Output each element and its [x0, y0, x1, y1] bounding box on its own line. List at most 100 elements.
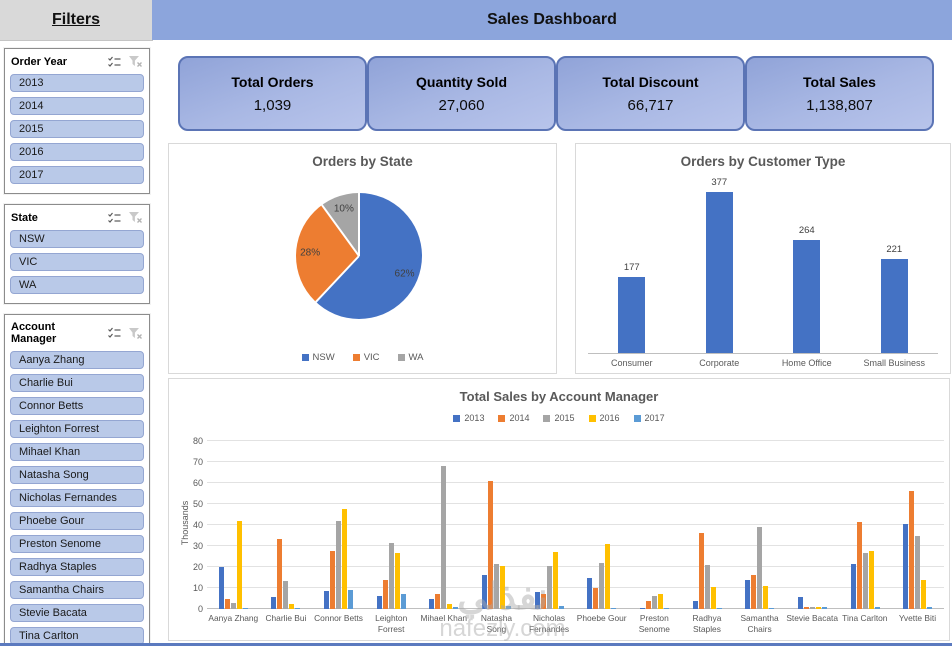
bar-2016 [289, 603, 295, 609]
bar-2014 [488, 480, 494, 609]
slicer-item-nsw[interactable]: NSW [10, 230, 144, 248]
bar-2017 [295, 607, 301, 609]
clear-filter-icon[interactable] [128, 211, 143, 224]
bar-2014 [909, 491, 915, 609]
slicer-item-radhya-staples[interactable]: Radhya Staples [10, 558, 144, 576]
slicer-title: State [11, 211, 38, 224]
bar-2015 [230, 602, 236, 609]
bar-2013 [271, 597, 277, 609]
bar-2014 [382, 579, 388, 609]
bar-data-label: 221 [886, 243, 903, 255]
bar-2017 [242, 607, 248, 609]
pie-orders-by-state: 62% 28% 10% [296, 193, 422, 319]
slicer-item-stevie-bacata[interactable]: Stevie Bacata [10, 604, 144, 622]
slicer-item-natasha-song[interactable]: Natasha Song [10, 466, 144, 484]
bar-2017 [663, 608, 669, 609]
bar-group-aanya-zhang [207, 441, 260, 609]
orders-by-customer-type-chart: Orders by Customer Type 177 377 264 221 Con… [575, 143, 951, 374]
bar-group-preston-senome [628, 441, 681, 609]
pie-slice-separator [358, 193, 360, 256]
slicer-header: State [10, 209, 144, 225]
slicer-item-connor-betts[interactable]: Connor Betts [10, 397, 144, 415]
slicer-item-2015[interactable]: 2015 [10, 120, 144, 138]
pie-legend: NSW VIC WA [169, 352, 556, 363]
bar-2015 [494, 563, 500, 609]
kpi-row: Total Orders 1,039 Quantity Sold 27,060 … [178, 56, 934, 131]
bar-group-mihael-khan [418, 441, 471, 609]
multi-select-icon[interactable] [107, 56, 122, 68]
bar-group-tina-carlton [839, 441, 892, 609]
chart-title: Total Sales by Account Manager [459, 389, 659, 404]
multi-select-icon[interactable] [107, 212, 122, 224]
bar-group-samantha-chairs [733, 441, 786, 609]
orders-by-state-chart: Orders by State 62% 28% 10% NSW VIC WA [168, 143, 557, 374]
bar-2013 [639, 607, 645, 609]
bar-2015 [546, 565, 552, 609]
slicer-item-wa[interactable]: WA [10, 276, 144, 294]
slicer-item-nicholas-fernandes[interactable]: Nicholas Fernandes [10, 489, 144, 507]
legend-item-wa: WA [397, 352, 423, 363]
slicer-item-2014[interactable]: 2014 [10, 97, 144, 115]
slicer-item-2013[interactable]: 2013 [10, 74, 144, 92]
bar-2015 [651, 595, 657, 609]
bar-2017 [453, 606, 459, 609]
x-axis-label: Home Office [781, 358, 832, 368]
slicer-item-mihael-khan[interactable]: Mihael Khan [10, 443, 144, 461]
slicer-item-vic[interactable]: VIC [10, 253, 144, 271]
x-axis-label: Leighton Forrest [375, 613, 408, 634]
legend-swatch [588, 414, 596, 422]
bar-column-home-office: 264 [763, 225, 851, 353]
bar-2015 [283, 580, 289, 609]
slicer-item-leighton-forrest[interactable]: Leighton Forrest [10, 420, 144, 438]
x-axis-label: Phoebe Gour [576, 613, 627, 623]
multi-select-icon[interactable] [107, 327, 122, 339]
slicer-item-2016[interactable]: 2016 [10, 143, 144, 161]
legend-item-2017: 2017 [633, 413, 665, 423]
pie-data-label: 10% [333, 203, 354, 215]
y-tick-label: 70 [192, 456, 203, 467]
dashboard-title-bar: Sales Dashboard [152, 0, 952, 40]
kpi-card-total-discount: Total Discount 66,717 [556, 56, 745, 131]
slicer-item-phoebe-gour[interactable]: Phoebe Gour [10, 512, 144, 530]
bar-group-phoebe-gour [576, 441, 629, 609]
bar-column-consumer: 177 [588, 262, 676, 353]
clear-filter-icon[interactable] [128, 55, 143, 68]
bar-group-radhya-staples [681, 441, 734, 609]
slicer-item-preston-senome[interactable]: Preston Senome [10, 535, 144, 553]
legend-item-vic: VIC [352, 352, 380, 363]
bar-2016 [657, 593, 663, 609]
pie-slice-separator [315, 255, 360, 303]
legend-swatch [301, 354, 309, 361]
bar-column-small-business: 221 [851, 243, 939, 353]
legend-swatch [352, 354, 360, 361]
kpi-card-total-sales: Total Sales 1,138,807 [745, 56, 934, 131]
slicer-item-samantha-chairs[interactable]: Samantha Chairs [10, 581, 144, 599]
bar-2013 [692, 601, 698, 609]
y-tick-label: 40 [192, 519, 203, 530]
x-axis-label: Tina Carlton [842, 613, 888, 623]
slicer-item-2017[interactable]: 2017 [10, 166, 144, 184]
customer-type-x-axis: Consumer Corporate Home Office Small Busine… [588, 358, 938, 368]
x-axis-labels: Aanya Zhang Charlie Bui Connor Betts Leight… [207, 613, 944, 635]
legend-label: 2015 [554, 413, 575, 423]
legend-swatch [397, 354, 405, 361]
bar-2015 [441, 466, 447, 609]
bar-2017 [348, 589, 354, 609]
bar-2016 [394, 552, 400, 609]
slicer-item-aanya-zhang[interactable]: Aanya Zhang [10, 351, 144, 369]
slicer-state: State NSW VIC WA [4, 204, 150, 304]
clear-filter-icon[interactable] [128, 327, 143, 340]
slicer-header: Order Year [10, 53, 144, 69]
x-axis-label: Small Business [863, 358, 926, 368]
legend-label: 2016 [599, 413, 620, 423]
bar-2016 [763, 585, 769, 609]
slicer-title: Account Manager [11, 321, 57, 345]
bar-2013 [903, 524, 909, 609]
slicer-item-charlie-bui[interactable]: Charlie Bui [10, 374, 144, 392]
bar-2015 [388, 542, 394, 609]
bar-2013 [429, 598, 435, 609]
bar-2014 [803, 607, 809, 609]
x-axis-label: Aanya Zhang [208, 613, 259, 623]
bar-2014 [645, 600, 651, 609]
bar-2015 [915, 535, 921, 609]
